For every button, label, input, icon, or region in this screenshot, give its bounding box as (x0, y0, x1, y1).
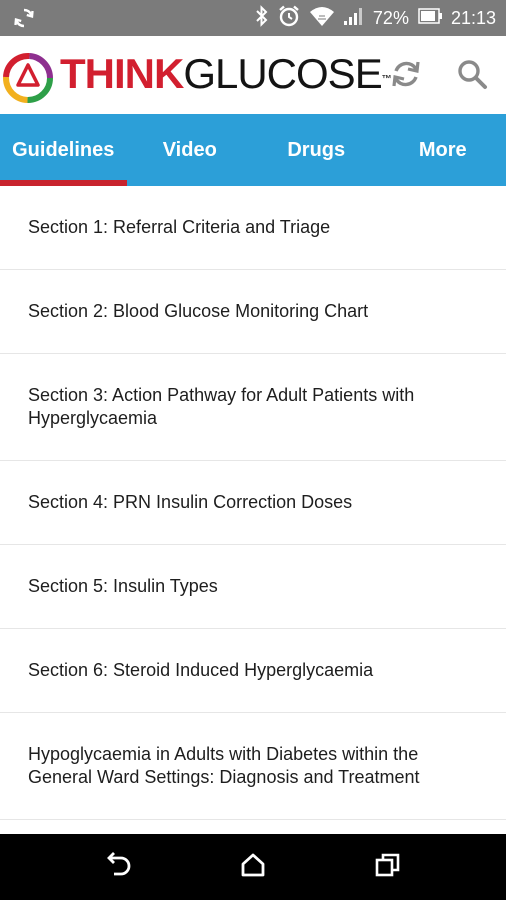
list-item-label: Section 2: Blood Glucose Monitoring Char… (28, 301, 369, 321)
bluetooth-icon (255, 4, 269, 32)
refresh-icon (389, 57, 423, 96)
list-item-label: Section 3: Action Pathway for Adult Pati… (28, 385, 415, 428)
list-item-label: Hypoglycaemia in Adults with Diabetes wi… (28, 744, 420, 787)
tab-label: Video (162, 138, 217, 161)
tab-bar: Guidelines Video Drugs More (0, 114, 506, 186)
clock: 21:13 (450, 7, 496, 28)
battery-icon (417, 7, 443, 30)
status-bar: 72% 21:13 (0, 0, 506, 36)
tab-drugs[interactable]: Drugs (253, 114, 380, 186)
search-button[interactable] (452, 56, 492, 96)
system-nav-bar (0, 834, 506, 900)
brand-glucose: GLUCOSE (183, 50, 382, 97)
list-item-section-2[interactable]: Section 2: Blood Glucose Monitoring Char… (0, 270, 506, 354)
list-item-section-1[interactable]: Section 1: Referral Criteria and Triage (0, 186, 506, 270)
wifi-icon (309, 5, 335, 32)
list-item-label: Section 5: Insulin Types (28, 576, 218, 596)
list-item-hypoglycaemia[interactable]: Hypoglycaemia in Adults with Diabetes wi… (0, 713, 506, 820)
list-item-section-3[interactable]: Section 3: Action Pathway for Adult Pati… (0, 354, 506, 461)
list-item-section-5[interactable]: Section 5: Insulin Types (0, 545, 506, 629)
home-icon (240, 852, 266, 883)
brand-think: THINK (60, 50, 184, 97)
list-item-section-4[interactable]: Section 4: PRN Insulin Correction Doses (0, 461, 506, 545)
recents-icon (374, 852, 402, 883)
list-item-label: Section 4: PRN Insulin Correction Doses (28, 492, 353, 512)
back-button[interactable] (102, 850, 138, 884)
tab-guidelines[interactable]: Guidelines (0, 114, 127, 186)
tab-video[interactable]: Video (127, 114, 254, 186)
think-glucose-logo-icon (2, 52, 54, 104)
search-icon (455, 57, 489, 96)
tab-label: Guidelines (12, 138, 115, 161)
refresh-button[interactable] (386, 56, 426, 96)
tab-label: Drugs (287, 138, 346, 161)
list-item-section-6[interactable]: Section 6: Steroid Induced Hyperglycaemi… (0, 629, 506, 713)
brand-wordmark: THINKGLUCOSE™ (60, 50, 392, 98)
tab-more[interactable]: More (380, 114, 506, 186)
recents-button[interactable] (370, 850, 406, 884)
list-item-label: Section 6: Steroid Induced Hyperglycaemi… (28, 660, 374, 680)
section-list: Section 1: Referral Criteria and Triage … (0, 186, 506, 820)
home-button[interactable] (235, 850, 271, 884)
back-icon (105, 851, 135, 883)
list-item-label: Section 1: Referral Criteria and Triage (28, 217, 331, 237)
battery-percent: 72% (372, 7, 409, 28)
tab-label: More (418, 138, 467, 161)
app-header: THINKGLUCOSE™ (0, 36, 506, 114)
sync-icon (12, 7, 36, 29)
alarm-icon (277, 4, 301, 33)
signal-icon (343, 6, 365, 31)
